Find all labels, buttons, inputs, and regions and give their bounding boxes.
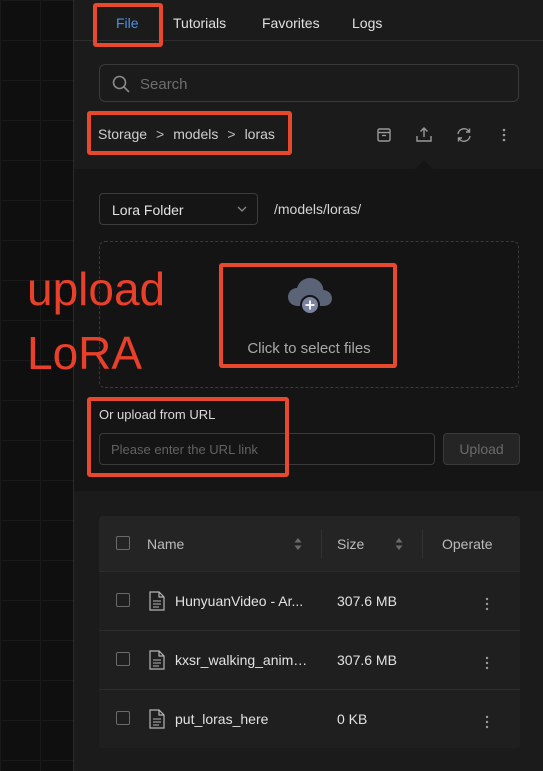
- more-vertical-icon[interactable]: [484, 656, 490, 670]
- column-divider: [321, 530, 322, 558]
- file-name[interactable]: put_loras_here: [175, 711, 310, 727]
- upload-button[interactable]: [413, 124, 435, 146]
- breadcrumb-storage[interactable]: Storage: [98, 126, 147, 142]
- refresh-icon: [457, 128, 471, 142]
- upload-icon: [416, 127, 432, 142]
- chevron-down-icon: [237, 206, 247, 212]
- more-vertical-icon[interactable]: [484, 715, 490, 729]
- table-row[interactable]: put_loras_here 0 KB: [99, 689, 520, 749]
- tab-file[interactable]: File: [116, 0, 139, 40]
- folder-path: /models/loras/: [274, 201, 362, 217]
- row-checkbox[interactable]: [116, 593, 130, 607]
- table-header: Name Size Operate: [99, 516, 520, 571]
- column-divider: [422, 530, 423, 558]
- tab-bar: File Tutorials Favorites Logs: [74, 0, 543, 41]
- breadcrumb: Storage > models > loras: [98, 126, 275, 142]
- search-input[interactable]: [138, 65, 512, 103]
- breadcrumb-separator: >: [227, 126, 236, 142]
- tab-tutorials[interactable]: Tutorials: [173, 0, 226, 40]
- annotation-label-upload: upload: [27, 263, 166, 315]
- file-size: 307.6 MB: [337, 652, 397, 668]
- background-grid: [0, 0, 73, 771]
- tab-logs[interactable]: Logs: [352, 0, 382, 40]
- dropzone-text: Click to select files: [247, 340, 371, 357]
- sort-icon[interactable]: [394, 535, 404, 553]
- row-checkbox[interactable]: [116, 711, 130, 725]
- archive-icon: [377, 128, 391, 142]
- tab-favorites[interactable]: Favorites: [262, 0, 320, 40]
- folder-select-value: Lora Folder: [112, 202, 184, 218]
- more-vertical-icon: [502, 128, 506, 142]
- file-icon: [149, 709, 165, 729]
- sort-icon[interactable]: [293, 535, 303, 553]
- row-checkbox[interactable]: [116, 652, 130, 666]
- url-upload-button[interactable]: Upload: [443, 433, 520, 465]
- annotation-label-lora: LoRA: [27, 327, 143, 379]
- folder-select[interactable]: Lora Folder: [99, 193, 258, 225]
- more-options-button[interactable]: [493, 124, 515, 146]
- search-box: [99, 64, 519, 103]
- file-name[interactable]: kxsr_walking_anim_...: [175, 652, 310, 668]
- more-vertical-icon[interactable]: [484, 597, 490, 611]
- file-size: 307.6 MB: [337, 593, 397, 609]
- column-name-header[interactable]: Name: [147, 536, 184, 552]
- breadcrumb-separator: >: [156, 126, 165, 142]
- file-table: Name Size Operate HunyuanVideo - Ar... 3…: [99, 516, 520, 748]
- breadcrumb-models[interactable]: models: [173, 126, 218, 142]
- cloud-upload-icon: [288, 278, 332, 315]
- table-row[interactable]: kxsr_walking_anim_... 307.6 MB: [99, 630, 520, 690]
- search-icon: [112, 75, 130, 93]
- archive-button[interactable]: [373, 124, 395, 146]
- upload-popover-arrow: [415, 160, 433, 169]
- column-operate-header: Operate: [442, 536, 493, 552]
- refresh-button[interactable]: [453, 124, 475, 146]
- file-icon: [149, 650, 165, 670]
- file-name[interactable]: HunyuanVideo - Ar...: [175, 593, 310, 609]
- url-upload-label: Or upload from URL: [99, 407, 216, 422]
- breadcrumb-loras[interactable]: loras: [245, 126, 275, 142]
- upload-popover: Lora Folder /models/loras/ Click to sele…: [74, 169, 543, 491]
- table-row[interactable]: HunyuanVideo - Ar... 307.6 MB: [99, 571, 520, 631]
- column-size-header[interactable]: Size: [337, 536, 364, 552]
- file-icon: [149, 591, 165, 611]
- select-all-checkbox[interactable]: [116, 536, 130, 550]
- url-input[interactable]: [99, 433, 435, 465]
- file-manager-panel: File Tutorials Favorites Logs Storage > mo…: [73, 0, 543, 771]
- file-size: 0 KB: [337, 711, 368, 727]
